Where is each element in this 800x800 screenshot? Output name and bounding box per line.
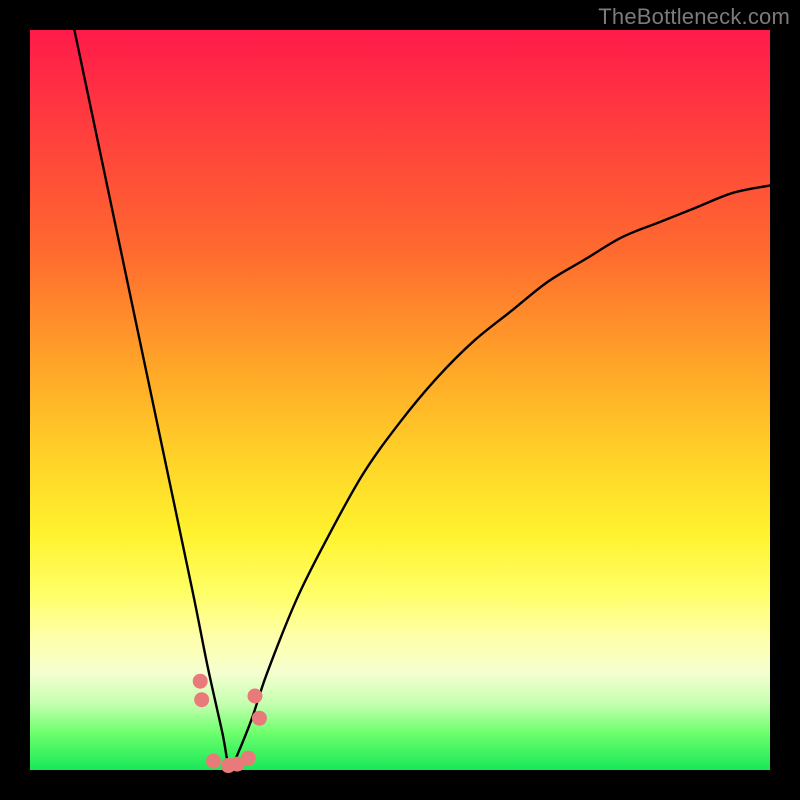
marker-dot: [252, 711, 267, 726]
watermark-text: TheBottleneck.com: [598, 4, 790, 30]
marker-dot: [193, 674, 208, 689]
marker-group: [193, 674, 267, 773]
bottleneck-curve: [74, 30, 770, 771]
marker-dot: [206, 754, 221, 769]
marker-dot: [194, 692, 209, 707]
marker-dot: [247, 689, 262, 704]
curve-svg: [30, 30, 770, 770]
marker-dot: [241, 751, 256, 766]
plot-area: [30, 30, 770, 770]
chart-frame: TheBottleneck.com: [0, 0, 800, 800]
